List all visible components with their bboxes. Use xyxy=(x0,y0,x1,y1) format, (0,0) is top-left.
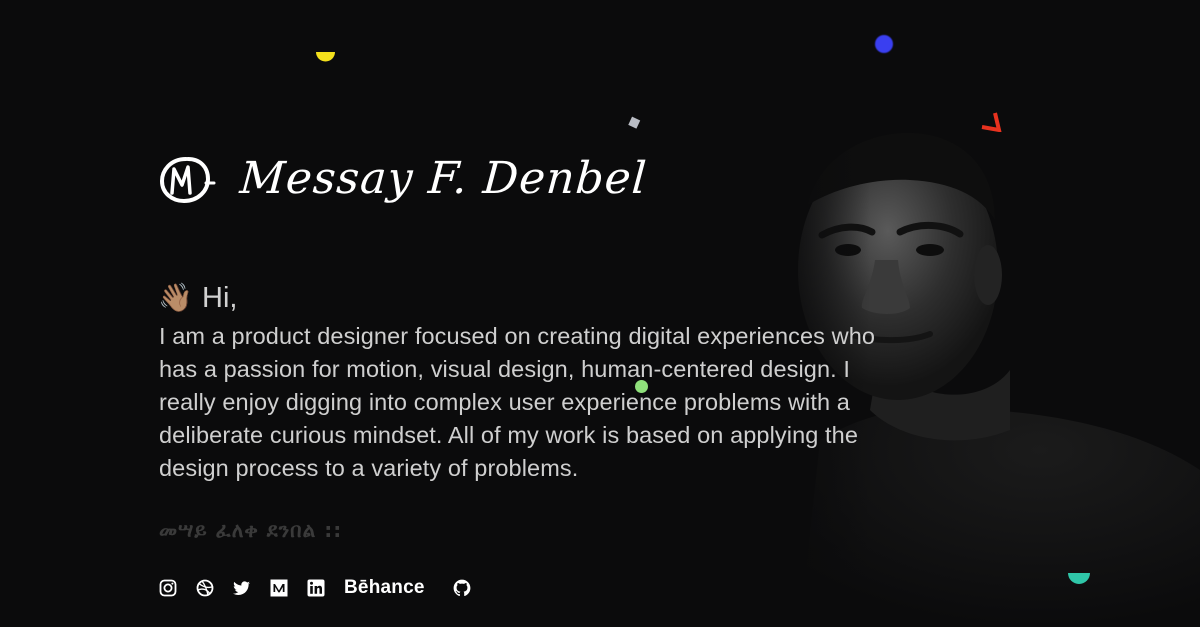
blue-dot-shape xyxy=(875,35,893,53)
page-title: Messay F. Denbel xyxy=(238,152,649,204)
medium-link[interactable] xyxy=(270,579,288,597)
github-link[interactable] xyxy=(453,579,471,597)
instagram-icon xyxy=(159,579,177,597)
teal-half-circle-shape xyxy=(1068,566,1090,588)
hero-card: Messay F. Denbel 👋🏽 Hi, I am a product d… xyxy=(0,0,1200,627)
github-icon xyxy=(453,579,471,596)
monogram-md-icon xyxy=(158,149,218,207)
amharic-name: መሣይ ፈለቀ ደንበል :: xyxy=(159,518,343,542)
greeting-text: Hi, xyxy=(202,281,238,314)
social-links: Bēhance xyxy=(159,574,490,602)
behance-link[interactable]: Bēhance xyxy=(344,577,425,599)
linkedin-link[interactable] xyxy=(307,579,325,597)
brand-header: Messay F. Denbel xyxy=(158,138,649,218)
gray-diamond-shape xyxy=(627,114,641,129)
greeting: 👋🏽 Hi, xyxy=(158,278,237,318)
instagram-link[interactable] xyxy=(159,579,177,597)
medium-icon xyxy=(270,579,288,597)
dribbble-icon xyxy=(196,579,214,597)
twitter-icon xyxy=(233,581,250,595)
waving-hand-icon: 👋🏽 xyxy=(158,281,193,314)
bio-paragraph: I am a product designer focused on creat… xyxy=(159,323,876,481)
dribbble-link[interactable] xyxy=(196,579,214,597)
linkedin-icon xyxy=(307,579,325,597)
twitter-link[interactable] xyxy=(233,579,251,597)
red-corner-shape xyxy=(979,110,1005,133)
yellow-half-circle-shape xyxy=(316,44,335,63)
